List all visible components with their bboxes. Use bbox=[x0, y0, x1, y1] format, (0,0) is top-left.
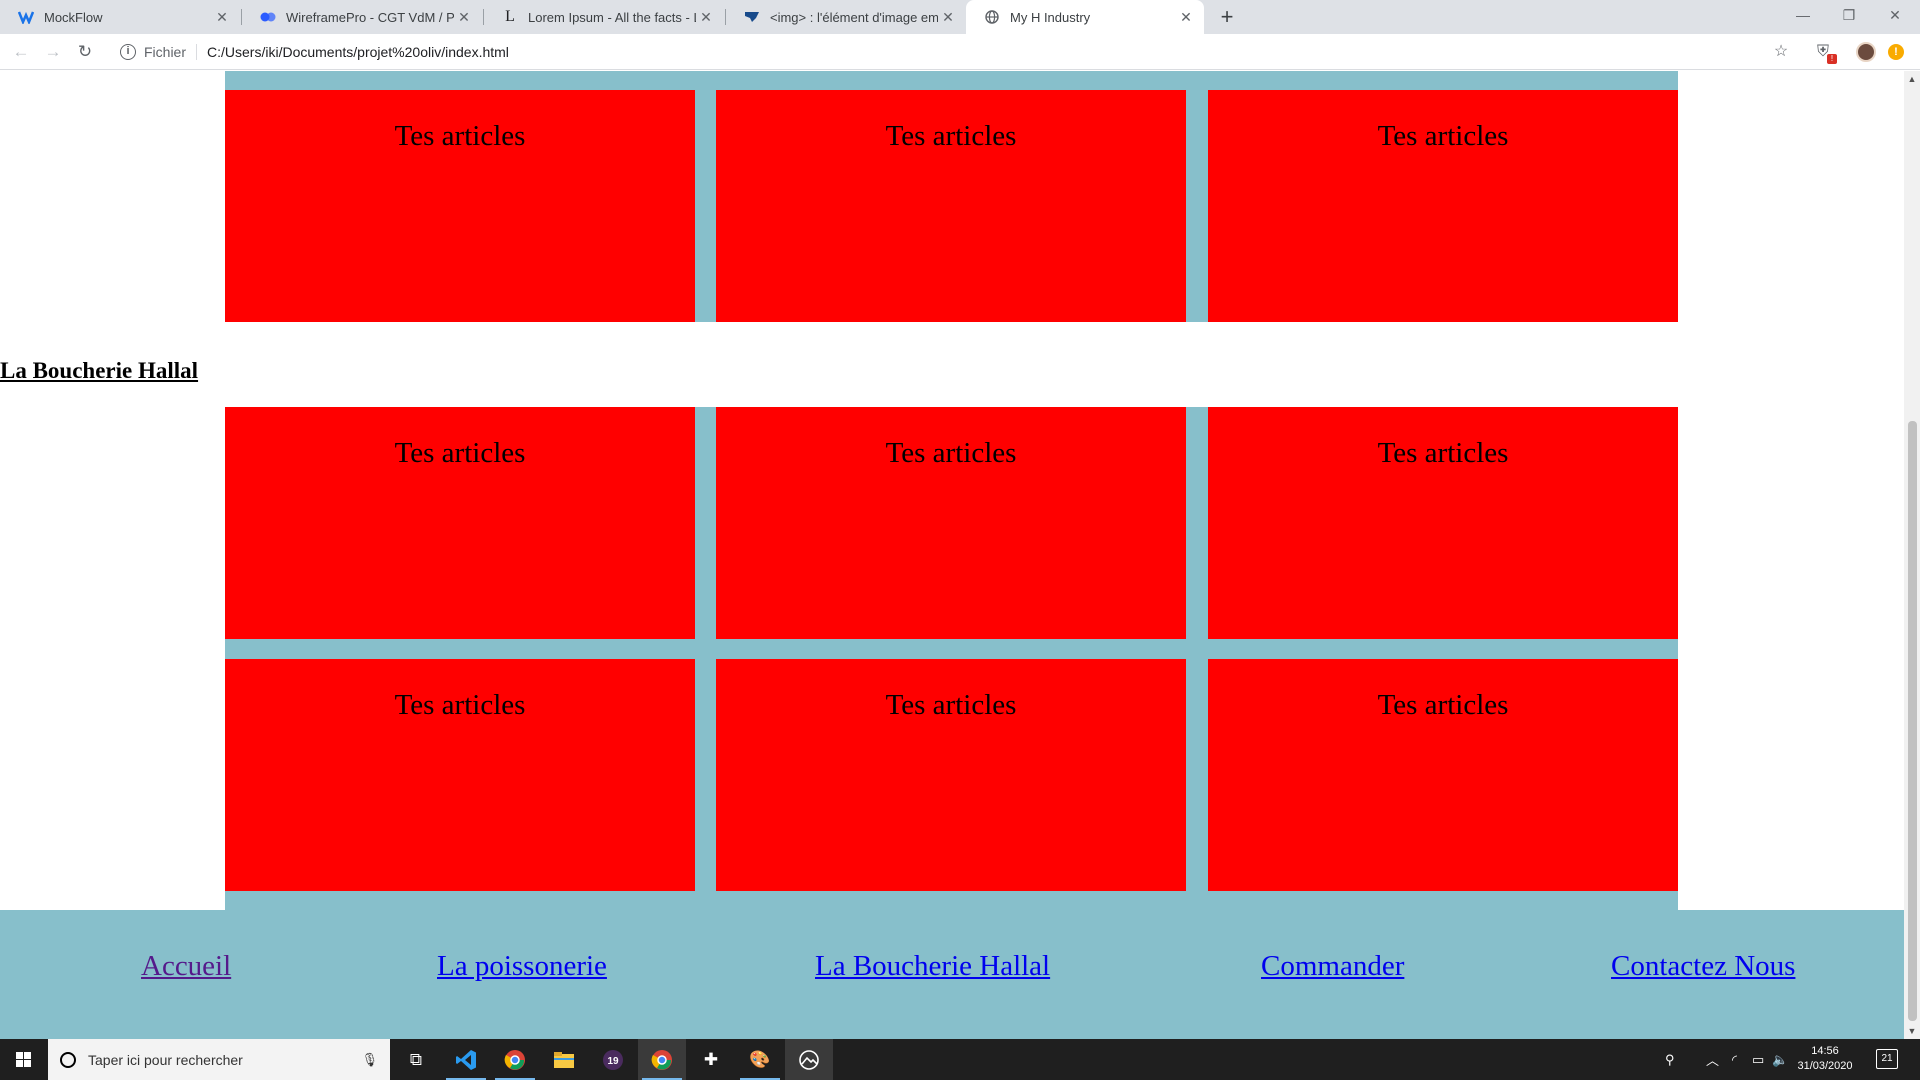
task-view-icon[interactable]: ⧉ bbox=[392, 1039, 440, 1080]
clock-time: 14:56 bbox=[1811, 1045, 1839, 1057]
taskbar-clock[interactable]: 14:56 31/03/2020 bbox=[1790, 1044, 1860, 1074]
article-card: Tes articles bbox=[225, 659, 695, 891]
tray-chevron-up-icon[interactable]: ︿ bbox=[1706, 1039, 1719, 1080]
new-tab-button[interactable]: + bbox=[1214, 4, 1240, 30]
tab-mdn-img[interactable]: <img> : l'élément d'image emba ✕ bbox=[726, 0, 966, 34]
start-button[interactable] bbox=[0, 1039, 46, 1080]
wifi-icon[interactable]: ◜ bbox=[1732, 1039, 1737, 1080]
close-icon[interactable]: ✕ bbox=[696, 9, 716, 26]
wireframepro-icon bbox=[260, 9, 276, 25]
minimize-icon[interactable]: — bbox=[1780, 0, 1826, 30]
mdn-icon bbox=[744, 9, 760, 25]
file-scheme-label: Fichier bbox=[144, 44, 198, 60]
article-card-label: Tes articles bbox=[1377, 689, 1509, 721]
articles-grid-boucherie: Tes articles Tes articles Tes articles T… bbox=[225, 407, 1678, 910]
clock-date: 31/03/2020 bbox=[1797, 1060, 1853, 1072]
article-card: Tes articles bbox=[1208, 407, 1678, 639]
tab-strip: MockFlow ✕ WireframePro - CGT VdM / Page… bbox=[0, 0, 1920, 34]
footer-link-contact[interactable]: Contactez Nous bbox=[1611, 950, 1795, 983]
article-card: Tes articles bbox=[716, 659, 1186, 891]
microphone-icon[interactable]: 🎙 bbox=[361, 1052, 378, 1068]
article-card-label: Tes articles bbox=[394, 120, 526, 152]
volume-icon[interactable]: 🔈 bbox=[1772, 1039, 1788, 1080]
restore-icon[interactable]: ❐ bbox=[1826, 0, 1872, 30]
footer-link-accueil[interactable]: Accueil bbox=[141, 950, 231, 983]
tab-title: MockFlow bbox=[44, 9, 103, 25]
tab-title: WireframePro - CGT VdM / Page bbox=[286, 9, 454, 25]
vscode-icon[interactable] bbox=[442, 1039, 490, 1080]
mockflow-icon bbox=[18, 9, 34, 25]
taskbar-search[interactable]: Taper ici pour rechercher 🎙 bbox=[48, 1039, 390, 1080]
forward-icon[interactable]: → bbox=[41, 40, 65, 64]
update-alert-icon[interactable]: ! bbox=[1888, 44, 1904, 60]
footer-link-boucherie[interactable]: La Boucherie Hallal bbox=[815, 950, 1050, 983]
tab-mockflow[interactable]: MockFlow ✕ bbox=[0, 0, 240, 34]
tab-wireframepro[interactable]: WireframePro - CGT VdM / Page ✕ bbox=[242, 0, 482, 34]
app-19-icon[interactable]: 19 bbox=[589, 1039, 637, 1080]
article-card-label: Tes articles bbox=[1377, 437, 1509, 469]
scroll-down-icon[interactable]: ▼ bbox=[1904, 1023, 1920, 1039]
windows-taskbar: Taper ici pour rechercher 🎙 ⧉ 19 ✚ 🎨 ⚲ ︿… bbox=[0, 1039, 1920, 1080]
article-card: Tes articles bbox=[716, 407, 1186, 639]
close-window-icon[interactable]: ✕ bbox=[1872, 0, 1918, 30]
battery-icon[interactable]: ▭ bbox=[1752, 1039, 1764, 1080]
address-bar[interactable]: i Fichier C:/Users/iki/Documents/projet%… bbox=[110, 37, 1790, 67]
article-card-label: Tes articles bbox=[394, 689, 526, 721]
article-card: Tes articles bbox=[1208, 659, 1678, 891]
avatar[interactable] bbox=[1856, 42, 1876, 62]
article-card-label: Tes articles bbox=[394, 437, 526, 469]
paint-icon[interactable]: 🎨 bbox=[736, 1039, 784, 1080]
plus-app-icon[interactable]: ✚ bbox=[687, 1039, 735, 1080]
browser-toolbar: ← → ↻ i Fichier C:/Users/iki/Documents/p… bbox=[0, 34, 1920, 70]
scroll-up-icon[interactable]: ▲ bbox=[1904, 71, 1920, 87]
close-icon[interactable]: ✕ bbox=[454, 9, 474, 26]
extension-badge: ! bbox=[1827, 54, 1837, 64]
article-card: Tes articles bbox=[716, 90, 1186, 322]
tab-title: My H Industry bbox=[1010, 9, 1091, 25]
search-placeholder: Taper ici pour rechercher bbox=[88, 1051, 243, 1068]
info-icon[interactable]: i bbox=[120, 44, 136, 60]
footer-link-poissonerie[interactable]: La poissonerie bbox=[437, 950, 607, 983]
svg-text:19: 19 bbox=[607, 1056, 619, 1067]
reload-icon[interactable]: ↻ bbox=[73, 40, 97, 64]
article-card-label: Tes articles bbox=[1377, 120, 1509, 152]
url-text[interactable]: C:/Users/iki/Documents/projet%20oliv/ind… bbox=[207, 44, 509, 60]
tab-my-h-industry[interactable]: My H Industry ✕ bbox=[966, 0, 1204, 34]
close-icon[interactable]: ✕ bbox=[938, 9, 958, 26]
articles-grid-top: Tes articles Tes articles Tes articles bbox=[225, 71, 1678, 322]
lipsum-icon: L bbox=[505, 8, 515, 25]
cortana-icon bbox=[60, 1051, 76, 1068]
chrome-icon[interactable] bbox=[491, 1039, 539, 1080]
footer-nav: Accueil La poissonerie La Boucherie Hall… bbox=[0, 910, 1904, 1039]
article-card: Tes articles bbox=[1208, 90, 1678, 322]
close-icon[interactable]: ✕ bbox=[1176, 9, 1196, 26]
scroll-thumb[interactable] bbox=[1908, 421, 1917, 1021]
notification-center-icon[interactable]: 21 bbox=[1876, 1049, 1898, 1069]
windows-logo-icon bbox=[16, 1052, 31, 1067]
photos-icon[interactable] bbox=[785, 1039, 833, 1080]
globe-icon bbox=[984, 9, 1000, 25]
tab-title: <img> : l'élément d'image emba bbox=[770, 9, 938, 25]
close-icon[interactable]: ✕ bbox=[212, 9, 232, 26]
article-card: Tes articles bbox=[225, 90, 695, 322]
file-explorer-icon[interactable] bbox=[540, 1039, 588, 1080]
tab-title: Lorem Ipsum - All the facts - Lips bbox=[528, 9, 696, 25]
people-icon[interactable]: ⚲ bbox=[1665, 1039, 1675, 1080]
article-card: Tes articles bbox=[225, 407, 695, 639]
bookmark-star-icon[interactable]: ☆ bbox=[1769, 40, 1793, 64]
tab-lipsum[interactable]: L Lorem Ipsum - All the facts - Lips ✕ bbox=[484, 0, 724, 34]
article-card-label: Tes articles bbox=[885, 437, 1017, 469]
article-card-label: Tes articles bbox=[885, 120, 1017, 152]
section-title[interactable]: La Boucherie Hallal bbox=[0, 358, 198, 384]
page-scrollbar[interactable]: ▲ ▼ bbox=[1904, 71, 1920, 1039]
chrome-profile-icon[interactable] bbox=[638, 1039, 686, 1080]
back-icon[interactable]: ← bbox=[9, 40, 33, 64]
article-card-label: Tes articles bbox=[885, 689, 1017, 721]
footer-link-commander[interactable]: Commander bbox=[1261, 950, 1404, 983]
page-viewport: Tes articles Tes articles Tes articles L… bbox=[0, 71, 1904, 1039]
